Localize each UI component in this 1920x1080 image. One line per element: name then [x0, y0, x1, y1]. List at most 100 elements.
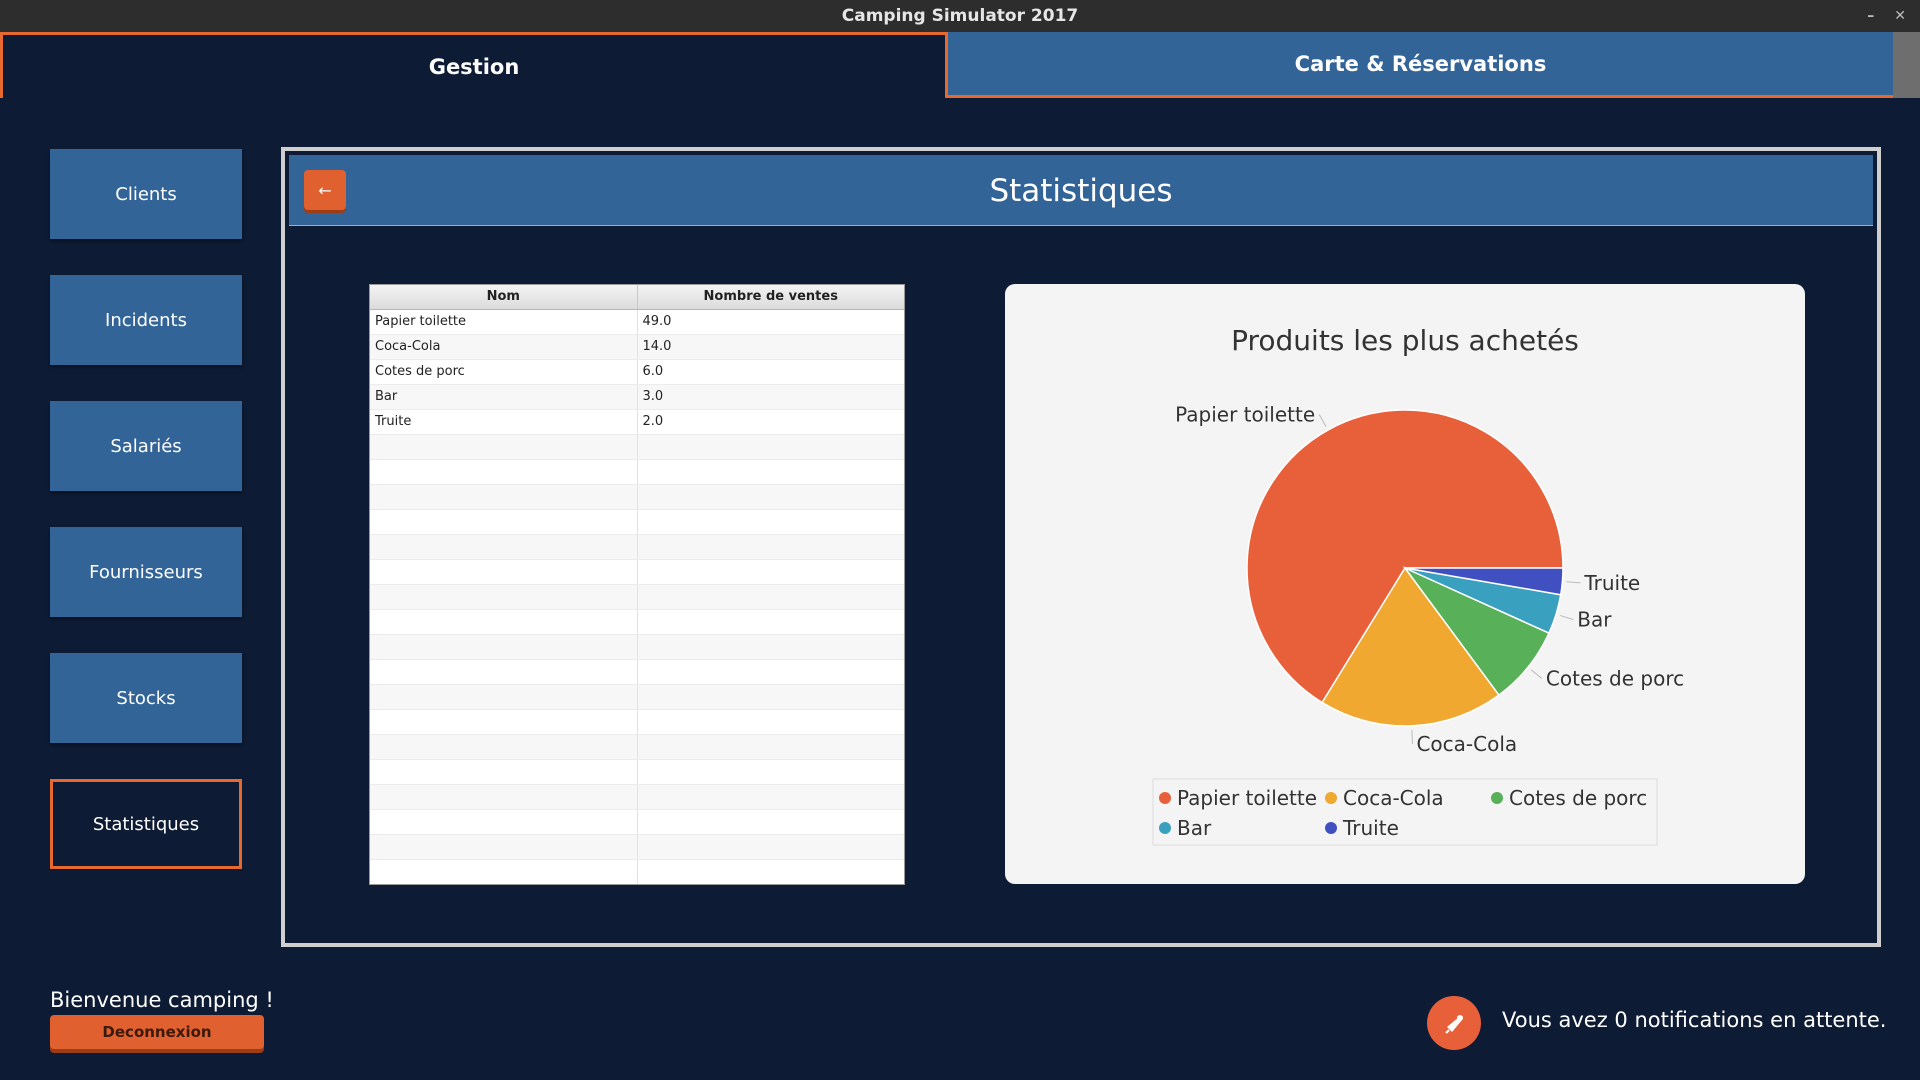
sidebar-item-stocks[interactable]: Stocks — [50, 653, 242, 743]
tab-carte-reservations[interactable]: Carte & Réservations — [948, 32, 1893, 98]
table-cell-empty — [370, 660, 638, 684]
panel-header: Statistiques ← — [289, 155, 1873, 226]
sidebar-item-clients[interactable]: Clients — [50, 149, 242, 239]
sidebar-item-incidents[interactable]: Incidents — [50, 275, 242, 365]
table-row-empty — [370, 835, 904, 860]
sidebar-item-salaries[interactable]: Salariés — [50, 401, 242, 491]
table-row[interactable]: Bar 3.0 — [370, 385, 904, 410]
pie-label-line — [1559, 614, 1574, 621]
legend-marker — [1325, 822, 1337, 834]
sidebar-item-statistiques[interactable]: Statistiques — [50, 779, 242, 869]
sidebar-item-label: Clients — [115, 183, 177, 205]
table-row-empty — [370, 535, 904, 560]
legend-label: Bar — [1177, 816, 1212, 840]
table-cell-empty — [370, 610, 638, 634]
page-title: Statistiques — [989, 173, 1173, 209]
table-body: Papier toilette 49.0 Coca-Cola 14.0 Cote… — [370, 310, 905, 884]
table-cell-empty — [638, 460, 905, 484]
chart-title: Produits les plus achetés — [1231, 324, 1579, 357]
table-cell-empty — [370, 435, 638, 459]
notification-text: Vous avez 0 notifications en attente. — [1502, 1008, 1887, 1032]
table-row-empty — [370, 460, 904, 485]
table-cell-empty — [370, 860, 638, 884]
table-row-empty — [370, 760, 904, 785]
table-cell-empty — [638, 810, 905, 834]
legend-marker — [1159, 792, 1171, 804]
pie-chart: Produits les plus achetés Papier toilett… — [1152, 324, 1684, 846]
table-cell-empty — [370, 635, 638, 659]
sidebar-item-fournisseurs[interactable]: Fournisseurs — [50, 527, 242, 617]
table-cell-empty — [638, 535, 905, 559]
pie-chart-card: Produits les plus achetés Papier toilett… — [1005, 284, 1805, 884]
table-row-empty — [370, 785, 904, 810]
table-row-empty — [370, 860, 905, 884]
table-row-empty — [370, 560, 904, 585]
table-cell-empty — [638, 835, 905, 859]
back-button[interactable]: ← — [304, 170, 346, 210]
table-cell: Cotes de porc — [370, 360, 638, 384]
legend-label: Cotes de porc — [1509, 786, 1647, 810]
minimize-icon[interactable]: – — [1867, 8, 1874, 24]
table-cell-empty — [370, 535, 638, 559]
sidebar-item-label: Salariés — [110, 435, 182, 457]
table-cell-empty — [638, 710, 905, 734]
table-row[interactable]: Coca-Cola 14.0 — [370, 335, 904, 360]
table-row-empty — [370, 485, 904, 510]
table-cell: Bar — [370, 385, 638, 409]
arrow-left-icon: ← — [318, 180, 332, 200]
table-cell-empty — [370, 460, 638, 484]
table-cell-empty — [638, 860, 905, 884]
sales-table[interactable]: Nom Nombre de ventes Papier toilette 49.… — [369, 284, 905, 885]
pie-label-line — [1566, 581, 1581, 584]
pie-label-line — [1530, 669, 1543, 679]
table-row-empty — [370, 710, 904, 735]
table-cell-empty — [638, 685, 905, 709]
table-cell: 6.0 — [642, 364, 664, 379]
table-cell-empty — [370, 810, 638, 834]
table-row-empty — [370, 810, 904, 835]
table-cell: Papier toilette — [370, 310, 638, 334]
table-row[interactable]: Truite 2.0 — [370, 410, 904, 435]
table-row-empty — [370, 685, 904, 710]
pie-slice-label: Coca-Cola — [1416, 732, 1517, 756]
table-row[interactable]: Cotes de porc 6.0 — [370, 360, 904, 385]
table-row-empty — [370, 585, 904, 610]
table-cell-empty — [370, 685, 638, 709]
column-header-nom[interactable]: Nom — [370, 285, 638, 309]
pie-slice-label: Papier toilette — [1175, 402, 1315, 426]
pie-label-line — [1318, 414, 1327, 427]
legend-label: Truite — [1342, 816, 1399, 840]
table-header: Nom Nombre de ventes — [370, 285, 904, 310]
table-cell: Coca-Cola — [370, 335, 638, 359]
column-header-ventes[interactable]: Nombre de ventes — [638, 285, 905, 309]
legend-label: Papier toilette — [1177, 786, 1317, 810]
table-cell-empty — [370, 735, 638, 759]
pie-slice-label: Bar — [1577, 608, 1612, 632]
table-cell-empty — [638, 635, 905, 659]
table-cell-empty — [370, 510, 638, 534]
table-cell-empty — [638, 435, 905, 459]
welcome-text: Bienvenue camping ! — [50, 988, 274, 1012]
table-cell-empty — [370, 585, 638, 609]
table-cell-empty — [638, 660, 905, 684]
bell-icon[interactable] — [1427, 996, 1481, 1050]
table-cell-empty — [638, 785, 905, 809]
table-cell-empty — [370, 785, 638, 809]
table-row-empty — [370, 735, 904, 760]
sidebar-item-label: Fournisseurs — [89, 561, 203, 583]
table-cell-empty — [370, 760, 638, 784]
table-cell-empty — [638, 735, 905, 759]
legend-marker — [1159, 822, 1171, 834]
tab-gestion[interactable]: Gestion — [0, 32, 948, 98]
table-cell: 14.0 — [642, 339, 672, 354]
logout-button[interactable]: Deconnexion — [50, 1015, 264, 1049]
table-row-empty — [370, 435, 904, 460]
table-cell-empty — [370, 835, 638, 859]
table-row[interactable]: Papier toilette 49.0 — [370, 310, 904, 335]
table-cell-empty — [370, 485, 638, 509]
table-cell: 2.0 — [642, 414, 664, 429]
table-cell-empty — [370, 710, 638, 734]
table-cell: Truite — [370, 410, 638, 434]
tab-scroll-area[interactable] — [1893, 32, 1920, 98]
close-icon[interactable]: ✕ — [1894, 8, 1906, 24]
